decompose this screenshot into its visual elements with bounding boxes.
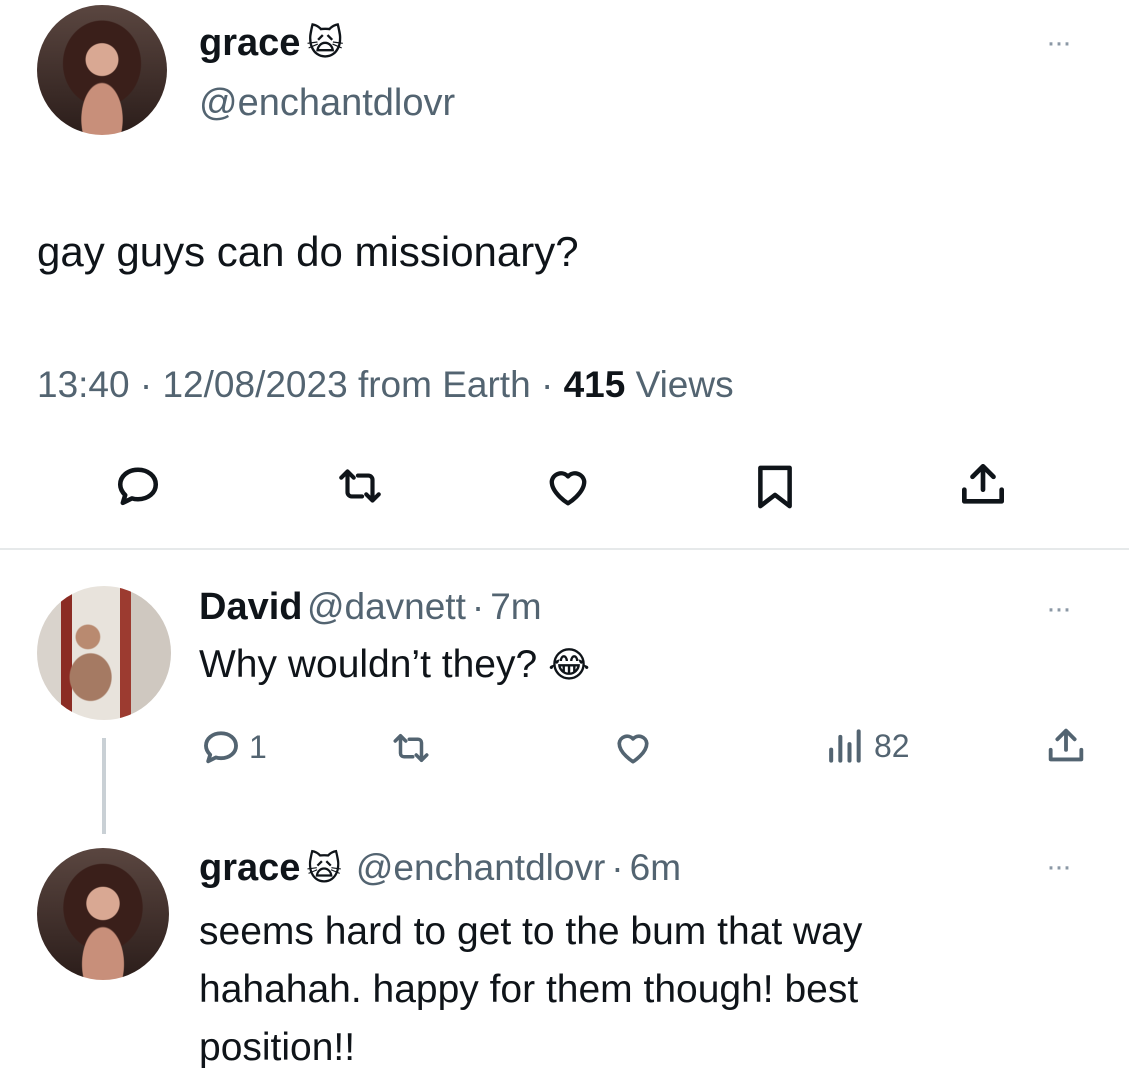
tweet-time[interactable]: 13:40	[37, 364, 130, 405]
like-icon	[549, 471, 587, 506]
thread-line	[102, 738, 106, 834]
like-button[interactable]	[610, 725, 656, 769]
retweet-button[interactable]	[388, 727, 434, 769]
author-name-row: grace 🙀	[199, 22, 344, 72]
display-name[interactable]: grace	[199, 847, 300, 889]
divider	[0, 548, 1129, 550]
more-options-button[interactable]: ···	[1046, 850, 1072, 884]
views-label: Views	[635, 364, 734, 405]
tweet-text: gay guys can do missionary?	[37, 228, 579, 275]
reply-text: Why wouldn’t they? 😂	[199, 643, 590, 687]
name-emoji: 🙀	[306, 849, 342, 889]
tweet-source: from Earth	[357, 364, 531, 405]
views-count: 415	[563, 364, 626, 405]
reply-text-line: seems hard to get to the bum that way	[199, 910, 863, 953]
like-icon	[617, 734, 649, 764]
more-options-button[interactable]: ···	[1046, 592, 1072, 626]
laughing-emoji: 😂	[548, 645, 591, 686]
more-options-button[interactable]: ···	[1046, 26, 1072, 60]
bookmark-icon	[758, 465, 792, 509]
name-emoji: 🙀	[306, 23, 344, 64]
views-button[interactable]: 82	[822, 724, 910, 768]
reply-text-content: Why wouldn’t they?	[199, 643, 538, 686]
like-button[interactable]	[540, 460, 596, 512]
display-name[interactable]: grace	[199, 22, 300, 64]
reply-count: 1	[249, 728, 267, 765]
reply-button[interactable]: 1	[199, 725, 267, 769]
author-handle[interactable]: @enchantdlovr	[199, 82, 455, 125]
tweet-date[interactable]: 12/08/2023	[162, 364, 347, 405]
share-button[interactable]	[1043, 722, 1089, 770]
meta-separator: ·	[471, 586, 485, 627]
reply-text-line: hahahah. happy for them though! best	[199, 968, 859, 1011]
author-handle[interactable]: @enchantdlovr	[356, 847, 605, 888]
share-icon	[1048, 728, 1084, 762]
reply-header: grace 🙀 @enchantdlovr · 6m	[199, 847, 681, 890]
reply-text-line: position!!	[199, 1026, 356, 1069]
reply-time[interactable]: 7m	[490, 586, 541, 627]
reply-button[interactable]	[112, 460, 164, 512]
views-count: 82	[874, 727, 910, 764]
avatar[interactable]	[37, 848, 169, 980]
retweet-button[interactable]	[333, 461, 387, 511]
reply-icon	[117, 467, 159, 506]
meta-separator: ·	[139, 364, 153, 405]
author-handle[interactable]: @davnett	[307, 586, 466, 627]
views-icon	[829, 729, 861, 763]
avatar[interactable]	[37, 5, 167, 135]
share-button[interactable]	[955, 456, 1011, 514]
retweet-icon	[393, 734, 429, 762]
retweet-icon	[339, 469, 381, 503]
bookmark-button[interactable]	[748, 458, 802, 516]
meta-separator: ·	[611, 847, 624, 888]
reply-icon	[204, 731, 238, 764]
reply-header: David @davnett · 7m	[199, 586, 542, 629]
reply-text: seems hard to get to the bum that way ha…	[199, 903, 862, 1077]
reply-time[interactable]: 6m	[630, 847, 681, 888]
share-icon	[962, 464, 1004, 504]
avatar[interactable]	[37, 586, 171, 720]
meta-separator: ·	[540, 364, 554, 405]
tweet-meta: 13:40 · 12/08/2023 from Earth · 415 View…	[37, 364, 734, 406]
display-name[interactable]: David	[199, 586, 302, 628]
